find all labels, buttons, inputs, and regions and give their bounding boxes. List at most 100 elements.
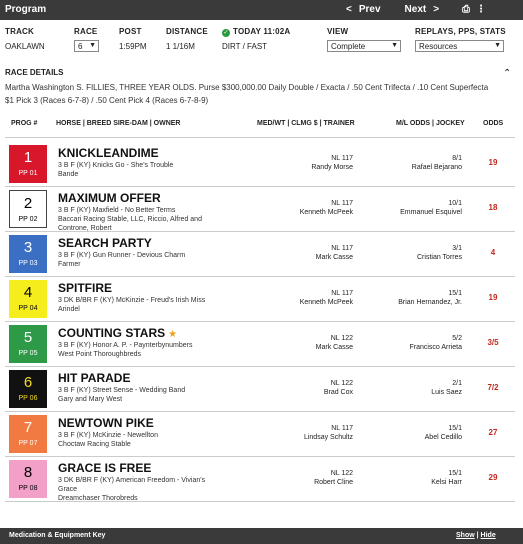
program-number: 8 (23, 464, 33, 481)
morning-line-odds: 15/1 (448, 470, 462, 477)
post-position: PP 06 (18, 395, 38, 402)
chevron-left-icon[interactable]: < (346, 4, 352, 15)
morning-line-odds: 15/1 (448, 425, 462, 432)
breed-sire-dam: 3 B F (KY) McKinzie - Newellton (58, 432, 158, 439)
jockey-name: Cristian Torres (417, 254, 462, 261)
row-divider (5, 501, 515, 502)
header-divider (5, 137, 515, 138)
ml-jockey: 15/1 Brian Hernandez, Jr. (382, 289, 462, 307)
horse-name[interactable]: KNICKLEANDIME (58, 146, 159, 160)
owner-line: Gary and Mary West (58, 396, 123, 403)
distance-label: DISTANCE (166, 27, 208, 36)
race-select-value: 6 (78, 42, 83, 51)
post-label: POST (119, 27, 142, 36)
live-odds: 27 (488, 428, 498, 437)
post-position: PP 05 (18, 350, 38, 357)
program-number: 5 (23, 329, 33, 346)
owner-line: West Point Thoroughbreds (58, 351, 142, 358)
horse-breeding-owner: 3 B F (KY) McKinzie - Newellton Choctaw … (58, 431, 248, 449)
post-time: 1:59PM (119, 42, 147, 51)
view-select[interactable]: Complete ▼ (327, 40, 401, 52)
med-weight: NL 122 (330, 470, 353, 477)
ml-jockey: 8/1 Rafael Bejarano (382, 154, 462, 172)
jockey-name: Emmanuel Esquivel (400, 209, 462, 216)
horse-breeding-owner: 3 B F (KY) Honor A. P. - Paynterbynumber… (58, 341, 248, 359)
ml-jockey: 2/1 Luis Saez (382, 379, 462, 397)
live-odds: 18 (488, 203, 498, 212)
ml-jockey: 3/1 Cristian Torres (382, 244, 462, 262)
race-label: RACE (74, 27, 98, 36)
horse-name[interactable]: HIT PARADE (58, 371, 130, 385)
track-label: TRACK (5, 27, 34, 36)
program-number-badge: 1 PP 01 (9, 145, 47, 183)
owner-line: Choctaw Racing Stable (58, 441, 131, 448)
live-odds: 19 (488, 293, 498, 302)
program-number-badge: 3 PP 03 (9, 235, 47, 273)
horse-breeding-owner: 3 B F (KY) Maxfield - No Better Terms Ba… (58, 206, 248, 233)
horse-breeding-owner: 3 DK B/BR F (KY) McKinzie - Freud's Iris… (58, 296, 248, 314)
row-divider (5, 276, 515, 277)
medwt-trainer: NL 117 Kenneth McPeek (273, 199, 353, 217)
breed-sire-dam: 3 B F (KY) Street Sense - Wedding Band (58, 387, 186, 394)
horse-name[interactable]: COUNTING STARS ★ (58, 326, 177, 340)
check-circle-icon: ✓ (222, 29, 230, 37)
view-select-value: Complete (331, 42, 366, 51)
trainer-name: Kenneth McPeek (299, 299, 353, 306)
prev-race-button[interactable]: Prev (359, 4, 381, 15)
jockey-name: Brian Hernandez, Jr. (398, 299, 462, 306)
medwt-trainer: NL 117 Kenneth McPeek (273, 289, 353, 307)
horse-breeding-owner: 3 DK B/BR F (KY) American Freedom - Vivi… (58, 476, 248, 503)
program-number: 3 (23, 239, 33, 256)
med-weight: NL 117 (331, 290, 353, 297)
horse-name-text: KNICKLEANDIME (58, 146, 159, 160)
race-navigation: < Prev Next > (346, 4, 439, 15)
horse-name[interactable]: MAXIMUM OFFER (58, 191, 161, 205)
horse-name[interactable]: SPITFIRE (58, 281, 112, 295)
post-position: PP 01 (18, 170, 38, 177)
trainer-name: Kenneth McPeek (299, 209, 353, 216)
horse-breeding-owner: 3 B F (KY) Street Sense - Wedding Band G… (58, 386, 248, 404)
printer-icon[interactable]: ⎙ (462, 4, 470, 15)
horse-name[interactable]: NEWTOWN PIKE (58, 416, 154, 430)
live-odds: 3/5 (487, 338, 499, 347)
live-odds: 29 (488, 473, 498, 482)
jockey-name: Kelsi Harr (431, 479, 462, 486)
trainer-name: Lindsay Schultz (303, 434, 353, 441)
med-weight: NL 117 (331, 425, 353, 432)
live-odds: 7/2 (487, 383, 499, 392)
horse-name[interactable]: GRACE IS FREE (58, 461, 151, 475)
med-weight: NL 117 (331, 200, 353, 207)
today-time: TODAY 11:02A (233, 27, 291, 36)
replays-label: REPLAYS, PPS, STATS (415, 27, 506, 36)
program-number-badge: 7 PP 07 (9, 415, 47, 453)
program-number-badge: 5 PP 05 (9, 325, 47, 363)
ml-jockey: 15/1 Abel Cedillo (382, 424, 462, 442)
more-options-icon[interactable]: ⋮ (476, 4, 486, 15)
surface-condition: DIRT / FAST (222, 42, 268, 51)
row-divider (5, 231, 515, 232)
resources-select[interactable]: Resources ▼ (415, 40, 504, 52)
breed-sire-dam: 3 B F (KY) Gun Runner - Devious Charm (58, 252, 186, 259)
breed-sire-dam: 3 B F (KY) Knicks Go - She's Trouble (58, 162, 174, 169)
column-prog: PROG # (11, 120, 38, 127)
post-position: PP 02 (18, 216, 38, 223)
show-key-link[interactable]: Show (456, 532, 475, 539)
chevron-right-icon[interactable]: > (433, 4, 439, 15)
race-select[interactable]: 6 ▼ (74, 40, 99, 52)
horse-name[interactable]: SEARCH PARTY (58, 236, 152, 250)
hide-key-link[interactable]: Hide (481, 532, 496, 539)
chevron-up-icon[interactable]: ⌃ (503, 68, 511, 79)
program-title: Program (5, 4, 47, 15)
link-separator: | (476, 532, 479, 539)
program-number-badge: 6 PP 06 (9, 370, 47, 408)
row-divider (5, 366, 515, 367)
program-number: 1 (23, 149, 33, 166)
trainer-name: Randy Morse (311, 164, 353, 171)
race-details-title: RACE DETAILS (5, 68, 64, 77)
trainer-name: Robert Cline (314, 479, 353, 486)
next-race-button[interactable]: Next (405, 4, 427, 15)
program-number-badge: 4 PP 04 (9, 280, 47, 318)
medwt-trainer: NL 117 Mark Casse (273, 244, 353, 262)
resources-select-value: Resources (419, 42, 458, 51)
medwt-trainer: NL 122 Brad Cox (273, 379, 353, 397)
